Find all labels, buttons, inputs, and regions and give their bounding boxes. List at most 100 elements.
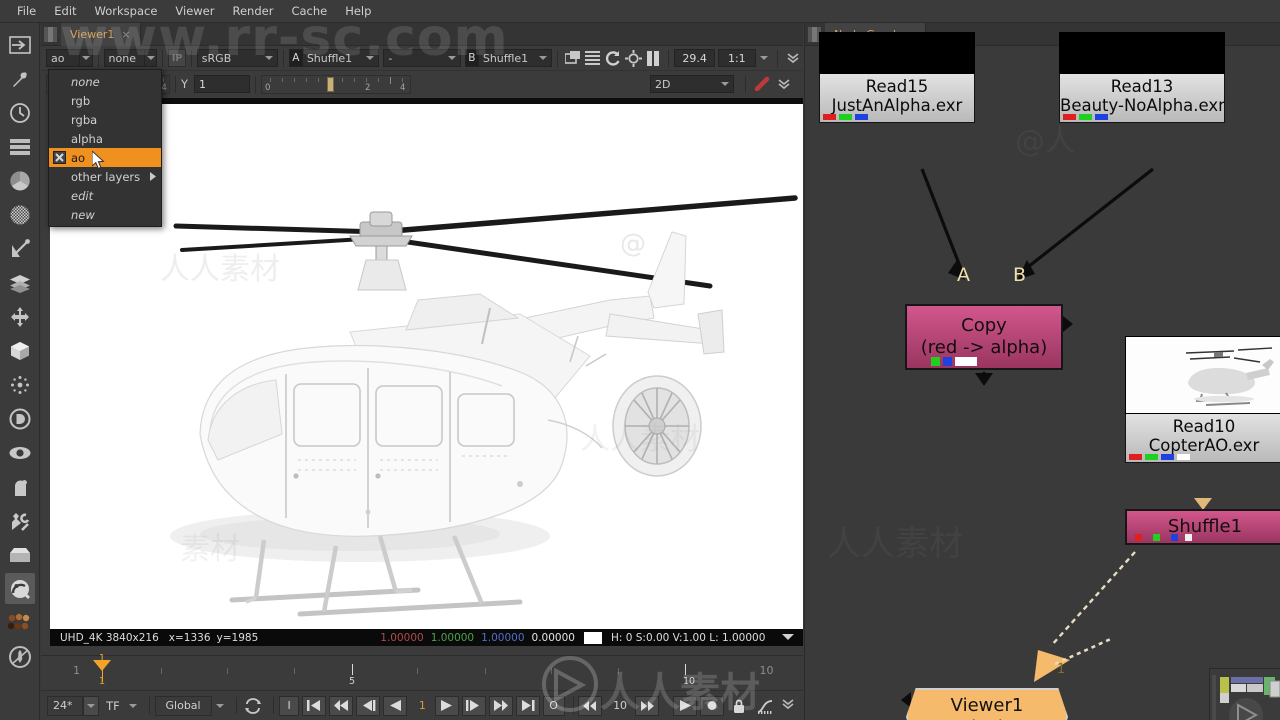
deep-icon[interactable]: [5, 403, 35, 434]
viewer-image[interactable]: @ 人人素材 人人素材 素材: [50, 104, 803, 629]
previous-frame-button[interactable]: [356, 695, 381, 716]
node-graph-canvas[interactable]: Read15 JustAnAlpha.exr Read13 Beauty-NoA…: [805, 32, 1280, 720]
next-frame-button[interactable]: [461, 695, 486, 716]
toolsets-icon[interactable]: [5, 505, 35, 536]
gamma-slider-handle[interactable]: [327, 76, 335, 92]
refresh-icon[interactable]: [603, 48, 623, 68]
node-graph-minimap[interactable]: [1209, 668, 1280, 720]
in-point-button[interactable]: I: [279, 695, 300, 716]
chevron-down-icon[interactable]: [781, 698, 795, 713]
tab-viewer1[interactable]: Viewer1 ×: [61, 22, 141, 46]
channel-comp-dropdown-arrow[interactable]: [144, 49, 158, 67]
nuke-x-icon[interactable]: [4, 573, 35, 604]
keyer-icon[interactable]: [5, 233, 35, 264]
playback-mode-icon[interactable]: [672, 695, 697, 716]
node-viewer1[interactable]: Viewer1 (ao): [906, 688, 1068, 720]
timeline-track[interactable]: 1 10 5 10 1 1: [41, 653, 803, 691]
clip-warning-icon[interactable]: [623, 48, 643, 68]
tf-dropdown-arrow[interactable]: [128, 703, 137, 708]
channel-menu-item-none[interactable]: none: [49, 72, 161, 91]
gain-field[interactable]: 29.4: [674, 49, 716, 67]
channel-layer-select[interactable]: ao: [46, 49, 80, 67]
timeline[interactable]: 1 10 5 10 1 1: [41, 653, 803, 691]
sync-icon[interactable]: [241, 696, 265, 716]
fps-dropdown-button[interactable]: [83, 695, 100, 716]
menu-cache[interactable]: Cache: [282, 2, 336, 20]
channel-menu-item-rgb[interactable]: rgb: [49, 91, 161, 110]
zoom-ratio-field[interactable]: 1:1: [718, 49, 756, 67]
particles-palette-icon[interactable]: [5, 607, 35, 638]
ip-toggle-button[interactable]: IP: [168, 49, 186, 67]
channel-menu-item-new[interactable]: new: [49, 205, 161, 224]
close-icon[interactable]: ×: [121, 28, 130, 41]
gamma-field[interactable]: 1: [194, 75, 251, 93]
menu-viewer[interactable]: Viewer: [166, 2, 223, 20]
gamma-slider[interactable]: 0 1 2 4: [261, 74, 412, 94]
last-frame-button[interactable]: [515, 695, 540, 716]
channel-icon[interactable]: [5, 131, 35, 162]
node-shuffle1[interactable]: Shuffle1: [1125, 509, 1280, 545]
channel-layer-dropdown-arrow[interactable]: [79, 49, 93, 67]
channel-menu-item-alpha[interactable]: alpha: [49, 129, 161, 148]
menu-help[interactable]: Help: [336, 2, 380, 20]
proxy-mode-select[interactable]: 2D: [650, 75, 734, 93]
rewind-icon[interactable]: [578, 695, 603, 716]
panel-grip-icon[interactable]: [44, 26, 57, 42]
scope-select[interactable]: Global: [154, 695, 212, 716]
pause-icon[interactable]: [643, 48, 663, 68]
merge-icon[interactable]: [5, 267, 35, 298]
transform-icon[interactable]: [5, 301, 35, 332]
input-mid-select[interactable]: -: [383, 49, 461, 67]
input-b-select[interactable]: Shuffle1: [477, 49, 552, 67]
chevron-down-icon[interactable]: [783, 48, 803, 68]
scope-dropdown-button[interactable]: [211, 695, 228, 716]
mask-icon[interactable]: [751, 74, 773, 94]
play-backward-button[interactable]: [383, 695, 408, 716]
node-read15[interactable]: Read15 JustAnAlpha.exr: [819, 32, 975, 123]
previous-keyframe-button[interactable]: [329, 695, 354, 716]
wipe-icon[interactable]: [583, 48, 603, 68]
input-a-select[interactable]: Shuffle1: [301, 49, 380, 67]
menu-file[interactable]: File: [8, 2, 45, 20]
out-point-button[interactable]: O: [542, 695, 565, 716]
menu-render[interactable]: Render: [223, 2, 282, 20]
particles-icon[interactable]: [5, 369, 35, 400]
fps-field[interactable]: 24*: [47, 695, 84, 716]
color-icon[interactable]: [5, 165, 35, 196]
chevron-down-icon-2[interactable]: [773, 74, 795, 94]
first-frame-button[interactable]: [302, 695, 327, 716]
status-blue: 1.00000: [481, 631, 525, 644]
metadata-icon[interactable]: [5, 471, 35, 502]
filter-icon[interactable]: [5, 199, 35, 230]
chevron-down-icon[interactable]: [782, 632, 794, 644]
furnace-icon[interactable]: [5, 641, 35, 672]
views-icon[interactable]: [5, 437, 35, 468]
node-read13[interactable]: Read13 Beauty-NoAlpha.exr: [1059, 32, 1225, 123]
play-forward-button[interactable]: [434, 695, 459, 716]
current-frame-field[interactable]: 1: [410, 695, 435, 716]
menu-edit[interactable]: Edit: [45, 2, 85, 20]
other-icon[interactable]: [5, 539, 35, 570]
channel-comp-select[interactable]: none: [103, 49, 145, 67]
node-copy[interactable]: Copy (red -> alpha): [905, 304, 1063, 370]
node-read10[interactable]: Read10 CopterAO.exr: [1125, 336, 1280, 463]
zoom-dropdown-arrow[interactable]: [756, 56, 772, 60]
next-keyframe-button[interactable]: [488, 695, 513, 716]
curve-editor-icon[interactable]: [754, 696, 778, 716]
import-icon[interactable]: [5, 29, 35, 60]
menu-workspace[interactable]: Workspace: [86, 2, 167, 20]
increment-field[interactable]: 10: [605, 695, 635, 716]
channel-menu-item-edit[interactable]: edit: [49, 186, 161, 205]
timeline-end-frame[interactable]: 10: [744, 662, 789, 678]
time-icon[interactable]: [5, 97, 35, 128]
draw-icon[interactable]: [5, 63, 35, 94]
fast-forward-icon[interactable]: [634, 695, 659, 716]
roi-icon[interactable]: [563, 48, 583, 68]
lock-icon[interactable]: [727, 696, 751, 716]
channel-dropdown-menu[interactable]: none rgb rgba alpha ao other layers edit…: [48, 69, 162, 227]
colorspace-select[interactable]: sRGB: [196, 49, 279, 67]
checkbox-checked-icon[interactable]: [53, 151, 66, 164]
3d-icon[interactable]: [5, 335, 35, 366]
record-icon[interactable]: [699, 695, 724, 716]
channel-menu-item-rgba[interactable]: rgba: [49, 110, 161, 129]
